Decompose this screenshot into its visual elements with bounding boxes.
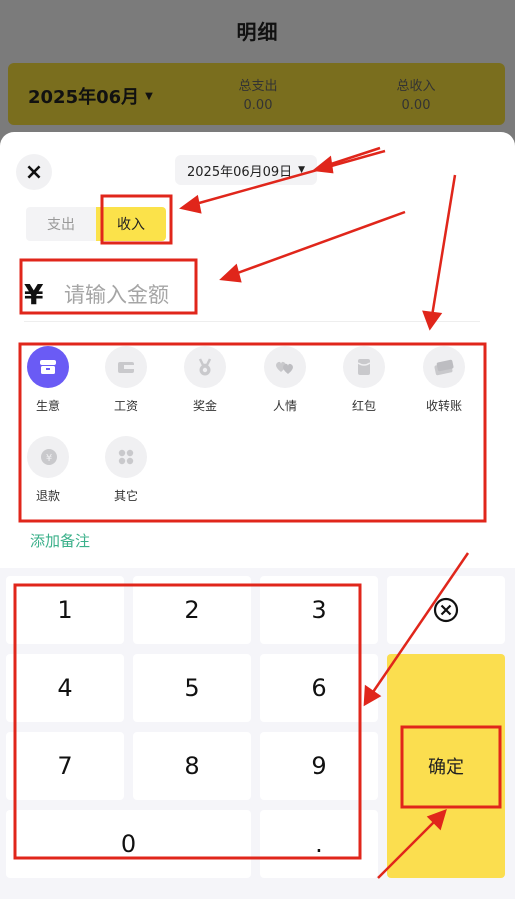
key-dot[interactable]: . bbox=[260, 810, 378, 878]
category-transfer[interactable]: 收转账 bbox=[414, 346, 474, 414]
tab-income[interactable]: 收入 bbox=[96, 207, 166, 241]
caret-down-icon: ▼ bbox=[298, 165, 306, 175]
total-expense: 总支出 0.00 bbox=[198, 75, 318, 113]
month-selector[interactable]: 2025年06月 ▼ bbox=[28, 83, 153, 109]
caret-down-icon: ▼ bbox=[145, 90, 153, 102]
category-label: 奖金 bbox=[192, 399, 217, 413]
tab-expense[interactable]: 支出 bbox=[26, 207, 96, 241]
close-button[interactable]: × bbox=[16, 154, 52, 190]
transfer-card-icon bbox=[423, 346, 465, 388]
category-label: 其它 bbox=[113, 489, 138, 503]
medal-icon bbox=[184, 346, 226, 388]
category-label: 生意 bbox=[35, 399, 60, 413]
category-label: 工资 bbox=[113, 399, 138, 413]
total-income: 总收入 0.00 bbox=[356, 75, 476, 113]
category-bonus[interactable]: 奖金 bbox=[175, 346, 235, 414]
refund-icon: ¥ bbox=[27, 436, 69, 478]
app-header: 明细 bbox=[0, 0, 515, 60]
key-6[interactable]: 6 bbox=[260, 654, 378, 722]
key-7[interactable]: 7 bbox=[6, 732, 124, 800]
amount-row: ¥ bbox=[24, 268, 480, 322]
total-expense-label: 总支出 bbox=[238, 79, 278, 94]
category-label: 退款 bbox=[35, 489, 60, 503]
category-business[interactable]: 生意 bbox=[18, 346, 78, 414]
key-0[interactable]: 0 bbox=[6, 810, 251, 878]
yen-symbol: ¥ bbox=[24, 278, 44, 311]
category-salary[interactable]: 工资 bbox=[96, 346, 156, 414]
add-note-link[interactable]: 添加备注 bbox=[30, 530, 90, 551]
key-3[interactable]: 3 bbox=[260, 576, 378, 644]
number-keypad: 1 2 3 4 5 6 7 8 9 0 . 确定 bbox=[0, 568, 515, 899]
category-red-packet[interactable]: 红包 bbox=[334, 346, 394, 414]
category-label: 红包 bbox=[351, 399, 376, 413]
confirm-button[interactable]: 确定 bbox=[387, 654, 505, 878]
key-4[interactable]: 4 bbox=[6, 654, 124, 722]
page-title: 明细 bbox=[236, 19, 279, 44]
add-record-sheet: × 2025年06月09日 ▼ 支出 收入 ¥ 生意 工资 bbox=[0, 132, 515, 899]
key-9[interactable]: 9 bbox=[260, 732, 378, 800]
total-expense-value: 0.00 bbox=[243, 98, 273, 113]
date-picker-button[interactable]: 2025年06月09日 ▼ bbox=[175, 155, 318, 185]
delete-button[interactable] bbox=[387, 576, 505, 644]
red-packet-icon bbox=[343, 346, 385, 388]
category-label: 收转账 bbox=[425, 399, 462, 413]
category-refund[interactable]: ¥ 退款 bbox=[18, 436, 78, 504]
key-2[interactable]: 2 bbox=[133, 576, 251, 644]
delete-circle-icon bbox=[433, 597, 459, 623]
summary-bar: 2025年06月 ▼ 总支出 0.00 总收入 0.00 bbox=[8, 63, 505, 125]
amount-input[interactable] bbox=[64, 282, 364, 307]
category-other[interactable]: 其它 bbox=[96, 436, 156, 504]
wallet-icon bbox=[105, 346, 147, 388]
hearts-icon bbox=[264, 346, 306, 388]
key-1[interactable]: 1 bbox=[6, 576, 124, 644]
type-tabs: 支出 收入 bbox=[26, 207, 166, 241]
svg-text:¥: ¥ bbox=[46, 453, 52, 464]
close-icon: × bbox=[24, 159, 44, 185]
shop-icon bbox=[27, 346, 69, 388]
key-5[interactable]: 5 bbox=[133, 654, 251, 722]
date-text: 2025年06月09日 bbox=[187, 164, 293, 180]
key-8[interactable]: 8 bbox=[133, 732, 251, 800]
month-text: 2025年06月 bbox=[28, 87, 140, 108]
category-gift[interactable]: 人情 bbox=[255, 346, 315, 414]
total-income-label: 总收入 bbox=[396, 79, 436, 94]
category-label: 人情 bbox=[272, 399, 297, 413]
total-income-value: 0.00 bbox=[401, 98, 431, 113]
grid-icon bbox=[105, 436, 147, 478]
